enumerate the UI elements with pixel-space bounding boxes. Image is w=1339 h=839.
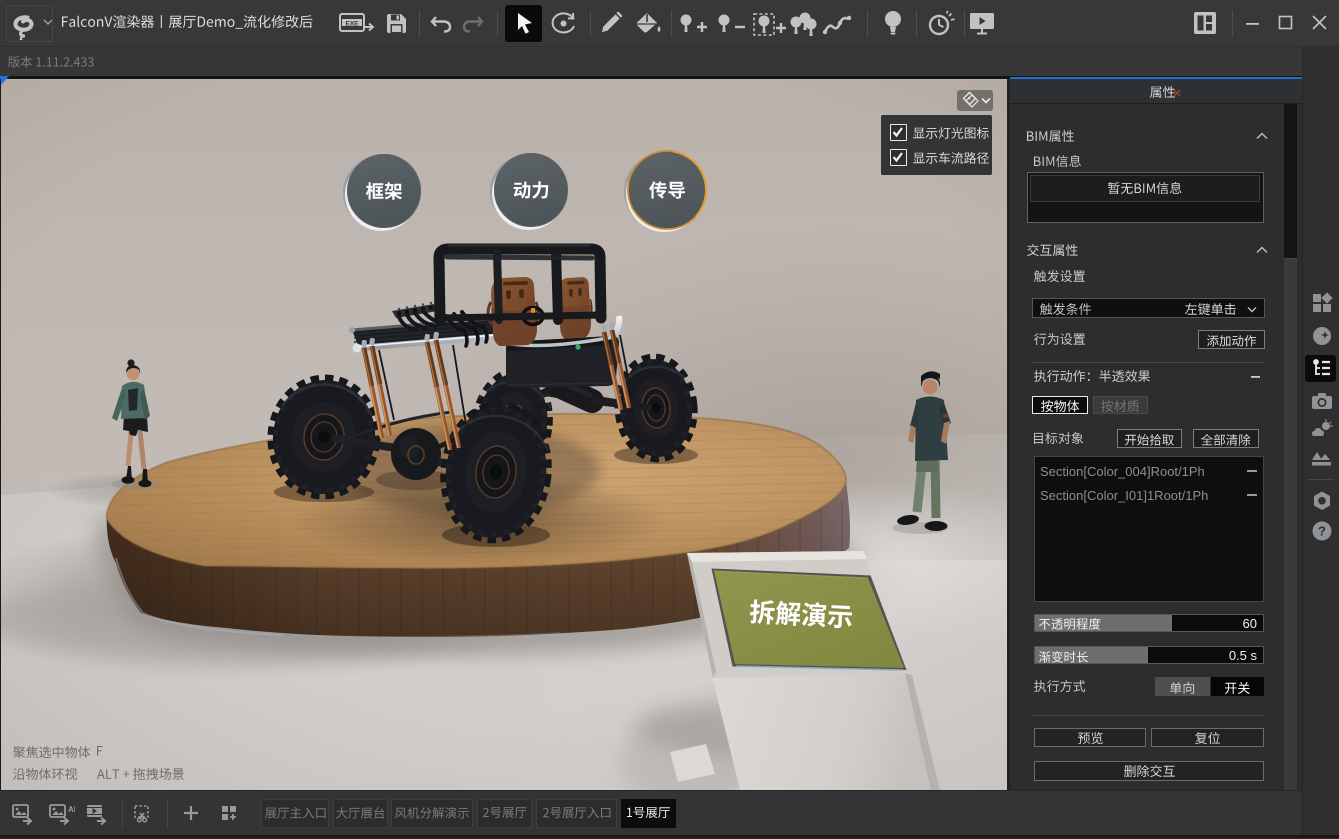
svg-text:AI: AI [68,805,75,814]
svg-text:EXE: EXE [345,21,359,28]
svg-text:?: ? [1318,524,1326,539]
